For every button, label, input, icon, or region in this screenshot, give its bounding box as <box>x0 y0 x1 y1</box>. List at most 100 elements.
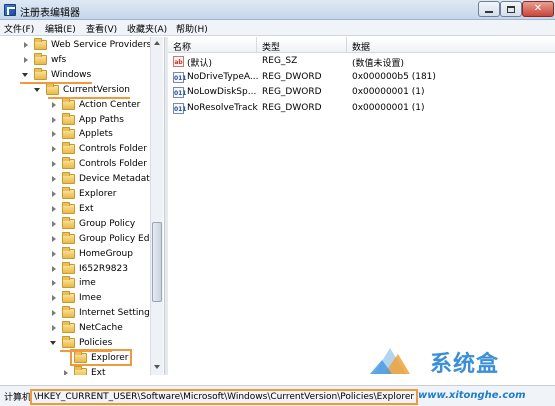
menu-view[interactable]: 查看(V) <box>86 22 117 35</box>
tree-node-label: wfs <box>51 54 67 65</box>
tree-node[interactable]: HomeGroup <box>50 246 133 261</box>
selected-key-highlight <box>70 348 132 366</box>
expand-arrow-icon[interactable] <box>50 235 58 243</box>
tree-node-label: HomeGroup <box>79 248 133 259</box>
folder-icon <box>62 336 75 348</box>
status-key-path: \HKEY_CURRENT_USER\Software\Microsoft\Wi… <box>30 389 419 405</box>
tree-node[interactable]: Controls Folder ( <box>50 157 153 171</box>
column-name[interactable]: 名称 <box>173 40 191 53</box>
tree-node[interactable]: Policies <box>50 336 112 350</box>
value-row[interactable]: ab (默认) REG_SZ (数值未设置) <box>168 54 555 69</box>
expand-arrow-icon[interactable] <box>50 294 58 302</box>
expand-arrow-icon[interactable] <box>50 250 58 258</box>
tree-node[interactable]: Web Service Providers <box>22 38 151 52</box>
scroll-down-icon[interactable] <box>154 365 160 369</box>
expand-arrow-icon[interactable] <box>50 130 58 138</box>
watermark-url: www.xitonghe.com <box>418 390 526 401</box>
maximize-icon <box>507 5 515 13</box>
value-row[interactable]: 011 NoDriveTypeA... REG_DWORD 0x000000b5 (1… <box>168 70 555 85</box>
scroll-up-icon[interactable] <box>154 41 160 45</box>
expand-arrow-icon[interactable] <box>50 145 58 153</box>
value-row[interactable]: 011 NoResolveTrack REG_DWORD 0x00000001 (1) <box>168 101 555 116</box>
close-button[interactable]: ✕ <box>522 1 554 17</box>
tree-node[interactable]: App Paths <box>50 112 124 127</box>
string-value-icon: ab <box>173 56 184 67</box>
collapse-arrow-icon[interactable] <box>50 339 58 347</box>
column-data[interactable]: 数据 <box>352 40 370 53</box>
column-divider[interactable] <box>346 37 347 53</box>
expand-arrow-icon[interactable] <box>22 41 30 49</box>
tree-node[interactable]: Group Policy Edit <box>50 231 156 246</box>
column-type[interactable]: 类型 <box>262 40 280 53</box>
tree-node[interactable]: I652R9823 <box>50 261 128 276</box>
expand-arrow-icon[interactable] <box>50 160 58 168</box>
collapse-arrow-icon[interactable] <box>22 71 30 79</box>
folder-icon <box>62 306 75 319</box>
tree-node[interactable]: Applets <box>50 127 113 141</box>
expand-arrow-icon[interactable] <box>50 220 58 228</box>
folder-icon <box>62 127 75 140</box>
expand-arrow-icon[interactable] <box>50 205 58 213</box>
tree-node-label: Internet Settings <box>79 308 155 319</box>
tree-node[interactable]: Controls Folder <box>50 142 147 156</box>
tree-node[interactable]: wfs <box>22 52 67 67</box>
expand-arrow-icon <box>62 354 70 362</box>
value-type: REG_SZ <box>262 56 298 66</box>
tree-node[interactable]: CurrentVersion <box>34 82 130 97</box>
tree-node[interactable]: Ext <box>50 201 94 216</box>
watermark: 系统盒 <box>370 340 550 382</box>
expand-arrow-icon[interactable] <box>50 101 58 109</box>
tree-node-label: Action Center <box>79 99 141 110</box>
tree-node[interactable]: Group Policy <box>50 216 135 231</box>
tree-node[interactable]: ime <box>50 276 96 290</box>
tree-node-label: Controls Folder <box>79 144 147 155</box>
highlight-underline <box>20 81 92 84</box>
tree-node-label: Windows <box>51 69 92 80</box>
tree-node[interactable]: Device Metadata <box>50 172 155 186</box>
tree-node[interactable]: Imee <box>50 291 102 305</box>
value-row[interactable]: 011 NoLowDiskSp... REG_DWORD 0x00000001 (1) <box>168 85 555 100</box>
list-header: 名称 类型 数据 <box>168 37 555 53</box>
tree-node[interactable]: Ext <box>62 365 106 375</box>
tree-scrollbar[interactable] <box>150 37 163 375</box>
folder-icon <box>62 261 75 274</box>
folder-icon <box>62 201 75 214</box>
scroll-thumb[interactable] <box>152 222 162 302</box>
expand-arrow-icon[interactable] <box>22 56 30 64</box>
folder-icon <box>34 38 47 50</box>
tree-node-label: Group Policy Edit <box>79 233 156 244</box>
tree-node[interactable]: Internet Settings <box>50 306 155 320</box>
expand-arrow-icon[interactable] <box>50 190 58 198</box>
expand-arrow-icon[interactable] <box>50 279 58 287</box>
menu-edit[interactable]: 编辑(E) <box>45 22 76 35</box>
collapse-arrow-icon[interactable] <box>34 86 42 94</box>
tree-node[interactable]: Explorer <box>50 187 116 201</box>
watermark-brand: 系统盒 <box>430 352 500 377</box>
maximize-button[interactable] <box>500 1 522 17</box>
folder-icon <box>62 216 75 229</box>
expand-arrow-icon[interactable] <box>50 324 58 332</box>
expand-arrow-icon[interactable] <box>50 265 58 273</box>
expand-arrow-icon[interactable] <box>50 309 58 317</box>
status-computer-label: 计算机 <box>4 393 32 403</box>
menu-file[interactable]: 文件(F) <box>4 22 34 35</box>
minimize-button[interactable] <box>478 1 500 17</box>
tree-node[interactable]: Windows <box>22 67 92 82</box>
folder-icon <box>62 172 75 185</box>
minimize-icon <box>485 11 493 13</box>
tree-node[interactable]: NetCache <box>50 321 123 335</box>
registry-tree[interactable]: Web Service Providers wfs Windows CurrentVe… <box>0 37 163 375</box>
tree-node-label: Applets <box>79 129 113 140</box>
expand-arrow-icon[interactable] <box>50 116 58 124</box>
value-name: NoResolveTrack <box>187 102 258 113</box>
menu-help[interactable]: 帮助(H) <box>176 22 208 35</box>
column-divider[interactable] <box>256 37 257 53</box>
menu-favorites[interactable]: 收藏夹(A) <box>127 22 167 35</box>
folder-icon <box>62 291 75 304</box>
expand-arrow-icon[interactable] <box>50 175 58 183</box>
tree-node[interactable]: Action Center <box>50 97 141 112</box>
tree-node-label: Ext <box>79 203 94 214</box>
expand-arrow-icon[interactable] <box>62 369 70 375</box>
tree-node-label: Policies <box>79 338 113 348</box>
tree-node-label: CurrentVersion <box>63 84 130 95</box>
